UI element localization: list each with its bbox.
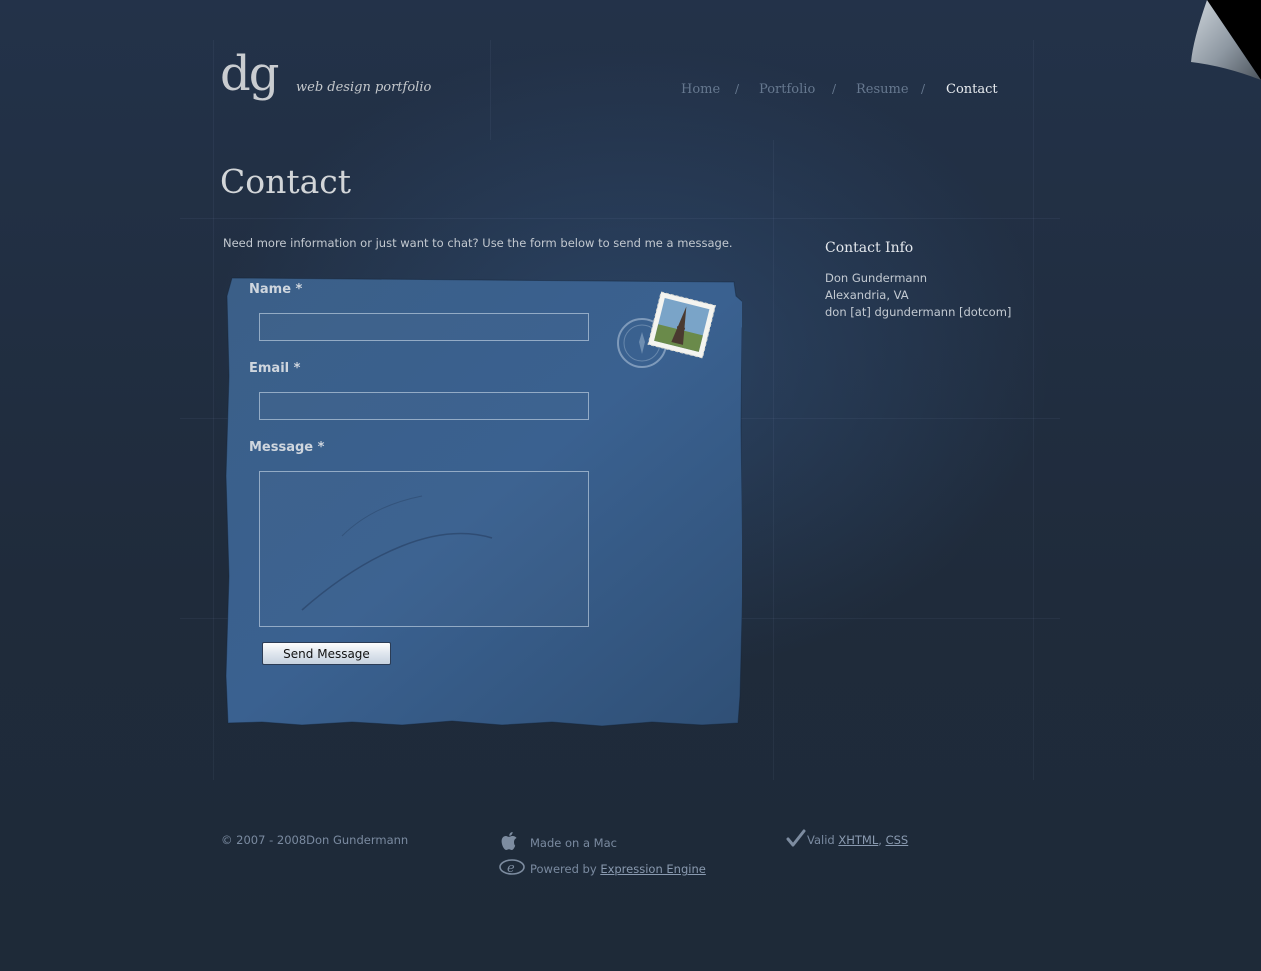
apple-icon (501, 832, 517, 850)
powered-prefix: Powered by (530, 862, 601, 876)
valid-css-link[interactable]: CSS (886, 833, 909, 847)
guide-line (773, 140, 774, 780)
site-logo[interactable]: dg web design portfolio (220, 46, 460, 114)
send-message-button[interactable]: Send Message (262, 642, 391, 665)
nav-separator: / (832, 82, 837, 96)
guide-line (180, 218, 1060, 219)
intro-text: Need more information or just want to ch… (223, 236, 733, 250)
valid-prefix: Valid (807, 833, 839, 847)
contact-location: Alexandria, VA (825, 288, 909, 302)
logo-tagline: web design portfolio (296, 80, 432, 95)
footer-powered-by: Powered by Expression Engine (530, 862, 706, 876)
page-title: Contact (220, 162, 352, 201)
contact-form: Name * Email * Message * Send Message (222, 276, 742, 731)
nav-resume[interactable]: Resume (856, 82, 909, 97)
contact-info-title: Contact Info (825, 240, 914, 256)
contact-name: Don Gundermann (825, 271, 928, 285)
valid-comma: , (878, 833, 882, 847)
message-label: Message * (249, 440, 325, 455)
contact-email: don [at] dgundermann [dotcom] (825, 305, 1012, 319)
email-input[interactable] (259, 392, 589, 420)
logo-monogram: dg (220, 46, 279, 102)
nav-portfolio[interactable]: Portfolio (759, 82, 815, 97)
name-label: Name * (249, 282, 303, 297)
guide-line (490, 40, 491, 140)
nav-separator: / (735, 82, 740, 96)
stamp-icon (617, 291, 717, 368)
email-label: Email * (249, 361, 301, 376)
nav-separator: / (921, 82, 926, 96)
checkmark-icon (786, 829, 806, 847)
expression-engine-link[interactable]: Expression Engine (600, 862, 706, 876)
nav-contact[interactable]: Contact (946, 82, 998, 97)
expression-engine-icon: e (499, 859, 525, 876)
page-curl-icon[interactable] (1185, 0, 1261, 82)
footer-copyright: © 2007 - 2008Don Gundermann (221, 833, 409, 847)
guide-line (213, 40, 214, 780)
guide-line (1033, 40, 1034, 780)
message-textarea[interactable] (259, 471, 589, 627)
footer-made-on-mac: Made on a Mac (530, 836, 617, 850)
svg-text:e: e (507, 861, 515, 876)
valid-xhtml-link[interactable]: XHTML (838, 833, 878, 847)
nav-home[interactable]: Home (681, 82, 720, 97)
footer-valid: Valid XHTML, CSS (807, 833, 908, 847)
name-input[interactable] (259, 313, 589, 341)
